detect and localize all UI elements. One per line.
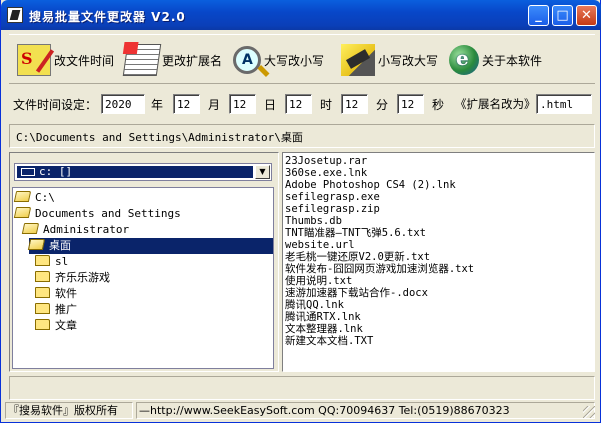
time-settings-bar: 文件时间设定： 2020 年 12 月 12 日 12 时 12 分 12 秒 …	[9, 90, 595, 118]
folder-icon	[35, 271, 50, 282]
file-item[interactable]: Thumbs.db	[285, 215, 342, 227]
open-folder-icon	[21, 223, 40, 234]
pencil-case-icon	[341, 44, 375, 76]
tree-item-software[interactable]: 软件	[35, 286, 81, 302]
tree-item-administrator[interactable]: Administrator	[21, 222, 133, 238]
chevron-down-icon[interactable]: ▼	[255, 165, 270, 179]
toolbar: 改文件时间 更改扩展名 大写改小写 小写改大写 关于本软件	[9, 34, 595, 84]
tree-item-articles[interactable]: 文章	[35, 318, 81, 334]
title-bar[interactable]: 搜易批量文件更改器 V2.0 _ □ ✕	[1, 0, 601, 30]
resize-grip-icon[interactable]	[583, 406, 595, 418]
tree-item-label: 齐乐乐游戏	[55, 271, 110, 284]
footer: 『搜易软件』版权所有 —http://www.SeekEasySoft.com …	[5, 402, 595, 419]
file-item[interactable]: 软件发布-囧囧网页游戏加速浏览器.txt	[285, 263, 474, 275]
minute-input[interactable]: 12	[341, 94, 368, 114]
status-bar	[9, 376, 595, 400]
change-extension-button[interactable]: 更改扩展名	[122, 42, 223, 78]
file-item[interactable]: 360se.exe.lnk	[285, 167, 367, 179]
month-input[interactable]: 12	[173, 94, 200, 114]
open-folder-icon	[13, 207, 32, 218]
tree-item-label: Administrator	[43, 223, 130, 236]
current-path: C:\Documents and Settings\Administrator\…	[16, 131, 303, 144]
tree-item-qilele-games[interactable]: 齐乐乐游戏	[35, 270, 114, 286]
drive-icon	[21, 168, 35, 176]
upper-to-lower-button[interactable]: 大写改小写	[233, 42, 324, 78]
change-file-time-button[interactable]: 改文件时间	[17, 42, 114, 78]
folder-pane: c: [] ▼ C:\ Documents and Settings Admin…	[9, 152, 279, 372]
lower-to-upper-button[interactable]: 小写改大写	[341, 42, 438, 78]
folder-icon	[35, 255, 50, 266]
tree-item-label: 文章	[55, 319, 77, 332]
extension-input[interactable]: .html	[536, 94, 592, 114]
magnifier-case-icon	[233, 46, 261, 74]
year-input[interactable]: 2020	[101, 94, 145, 114]
copyright-text: 『搜易软件』版权所有	[5, 402, 133, 419]
second-unit-label: 秒	[432, 98, 445, 112]
hour-unit-label: 时	[320, 98, 333, 112]
extension-files-icon	[122, 44, 162, 76]
time-setting-label: 文件时间设定：	[13, 98, 98, 112]
tree-item-label: Documents and Settings	[35, 207, 181, 220]
file-item[interactable]: TNT瞄准器—TNT飞弹5.6.txt	[285, 227, 426, 239]
file-list[interactable]: 23Josetup.rar 360se.exe.lnk Adobe Photos…	[282, 152, 595, 372]
tree-item-label: sl	[55, 255, 69, 268]
day-input[interactable]: 12	[229, 94, 256, 114]
change-extension-label: 更改扩展名	[162, 53, 223, 68]
file-item[interactable]: sefilegrasp.zip	[285, 203, 380, 215]
day-unit-label: 日	[264, 98, 277, 112]
change-file-time-label: 改文件时间	[54, 53, 115, 68]
folder-icon	[35, 287, 50, 298]
minimize-button[interactable]: _	[528, 5, 549, 26]
about-label: 关于本软件	[482, 53, 543, 68]
file-time-icon	[17, 44, 51, 76]
upper-to-lower-label: 大写改小写	[264, 53, 325, 68]
file-item[interactable]: 新建文本文档.TXT	[285, 335, 373, 347]
tree-item-c-drive[interactable]: C:\	[13, 190, 59, 206]
maximize-button[interactable]: □	[552, 5, 573, 26]
hour-input[interactable]: 12	[285, 94, 312, 114]
extension-label: 《扩展名改为》	[455, 97, 536, 111]
open-folder-icon	[27, 239, 46, 250]
app-window: 搜易批量文件更改器 V2.0 _ □ ✕ 改文件时间 更改扩展名 大写改小写 小…	[0, 0, 601, 423]
tree-item-label: 推广	[55, 303, 77, 316]
file-item[interactable]: 文本整理器.lnk	[285, 323, 363, 335]
tree-item-promotion[interactable]: 推广	[35, 302, 81, 318]
about-globe-icon	[449, 45, 479, 75]
minute-unit-label: 分	[376, 98, 389, 112]
file-item[interactable]: website.url	[285, 239, 355, 251]
folder-icon	[35, 319, 50, 330]
drive-selected: c: []	[17, 166, 253, 178]
month-unit-label: 月	[208, 98, 221, 112]
folder-icon	[35, 303, 50, 314]
open-folder-icon	[13, 191, 32, 202]
second-input[interactable]: 12	[397, 94, 424, 114]
tree-item-sl[interactable]: sl	[35, 254, 72, 270]
file-item[interactable]: Adobe Photoshop CS4 (2).lnk	[285, 179, 456, 191]
tree-item-label: 软件	[55, 287, 77, 300]
contact-info: —http://www.SeekEasySoft.com QQ:70094637…	[136, 402, 595, 419]
drive-select[interactable]: c: [] ▼	[14, 163, 272, 181]
window-title: 搜易批量文件更改器 V2.0	[29, 10, 186, 24]
tree-item-desktop[interactable]: 桌面	[27, 238, 273, 254]
file-item[interactable]: sefilegrasp.exe	[285, 191, 380, 203]
file-item[interactable]: 速游加速器下载站合作-.docx	[285, 287, 428, 299]
file-item[interactable]: 23Josetup.rar	[285, 155, 367, 167]
file-item[interactable]: 老毛桃一键还原V2.0更新.txt	[285, 251, 430, 263]
about-button[interactable]: 关于本软件	[449, 42, 542, 78]
tree-item-label: C:\	[35, 191, 55, 204]
tree-item-label: 桌面	[49, 239, 71, 252]
file-item[interactable]: 腾讯通RTX.lnk	[285, 311, 361, 323]
current-path-bar: C:\Documents and Settings\Administrator\…	[9, 124, 595, 148]
folder-tree[interactable]: C:\ Documents and Settings Administrator…	[12, 187, 274, 369]
file-item[interactable]: 腾讯QQ.lnk	[285, 299, 344, 311]
drive-label: c: []	[39, 165, 73, 178]
app-logo-icon	[7, 7, 23, 23]
lower-to-upper-label: 小写改大写	[378, 53, 439, 68]
close-button[interactable]: ✕	[576, 5, 597, 26]
tree-item-documents-and-settings[interactable]: Documents and Settings	[13, 206, 185, 222]
year-unit-label: 年	[151, 98, 164, 112]
file-item[interactable]: 使用说明.txt	[285, 275, 352, 287]
